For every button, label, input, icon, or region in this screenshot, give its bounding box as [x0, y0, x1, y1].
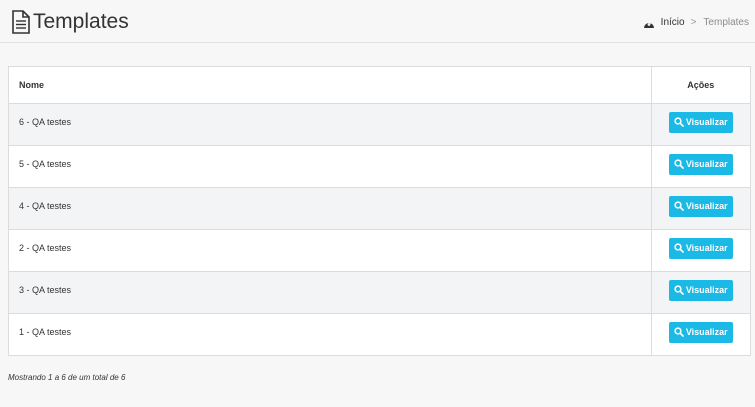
table-row: 2 - QA testes Visualizar: [9, 229, 750, 272]
breadcrumb-separator: >: [690, 17, 697, 28]
view-button-label: Visualizar: [685, 285, 728, 295]
template-name-cell: 6 - QA testes: [9, 103, 651, 146]
dashboard-icon: [643, 21, 654, 28]
view-button[interactable]: Visualizar: [668, 321, 733, 343]
view-button-label: Visualizar: [685, 243, 728, 253]
view-button-label: Visualizar: [685, 159, 728, 169]
template-name-cell: 5 - QA testes: [9, 145, 651, 188]
view-button-label: Visualizar: [685, 327, 728, 338]
breadcrumb-home-link[interactable]: Início: [661, 17, 685, 29]
search-icon: [674, 201, 684, 211]
table-row: 4 - QA testes Visualizar: [9, 187, 750, 230]
template-name-cell: 4 - QA testes: [9, 187, 651, 230]
column-header-actions: Ações: [650, 67, 750, 104]
view-button[interactable]: Visualizar: [668, 237, 733, 259]
table-row: 1 - QA testes Visualizar: [9, 313, 750, 355]
template-name-cell: 2 - QA testes: [9, 229, 651, 272]
actions-cell: Visualizar: [650, 103, 750, 146]
view-button[interactable]: Visualizar: [668, 195, 733, 217]
view-button[interactable]: Visualizar: [668, 153, 733, 175]
page-header: Templates Início > Templates: [0, 0, 755, 43]
table-row: 3 - QA testes Visualizar: [9, 271, 750, 314]
breadcrumb: Início > Templates: [643, 17, 749, 29]
actions-cell: Visualizar: [650, 187, 750, 230]
search-icon: [674, 117, 684, 127]
actions-cell: Visualizar: [650, 271, 750, 314]
table-row: 6 - QA testes Visualizar: [9, 103, 750, 146]
view-button-label: Visualizar: [685, 201, 728, 211]
search-icon: [674, 285, 684, 295]
template-name-cell: 1 - QA testes: [19, 326, 72, 337]
view-button[interactable]: Visualizar: [668, 279, 733, 301]
search-icon: [674, 327, 684, 338]
view-button-label: Visualizar: [685, 117, 728, 127]
table-row: 5 - QA testes Visualizar: [9, 145, 750, 188]
template-name-cell: 3 - QA testes: [9, 271, 651, 314]
breadcrumb-current: Templates: [703, 17, 749, 28]
title-group: Templates: [11, 10, 129, 34]
search-icon: [674, 243, 684, 253]
page-title: Templates: [33, 10, 129, 33]
pagination-summary: Mostrando 1 a 6 de um total de 6: [8, 373, 126, 382]
table-header-row: Nome Ações: [9, 67, 750, 104]
templates-table: Nome Ações 6 - QA testes Visualizar 5 - QA…: [8, 66, 751, 356]
view-button[interactable]: Visualizar: [668, 111, 733, 133]
document-icon: [12, 10, 30, 34]
column-header-name: Nome: [9, 67, 651, 104]
actions-cell: Visualizar: [650, 229, 750, 272]
actions-cell: Visualizar: [650, 145, 750, 188]
search-icon: [674, 159, 684, 169]
actions-cell: Visualizar: [650, 313, 750, 355]
